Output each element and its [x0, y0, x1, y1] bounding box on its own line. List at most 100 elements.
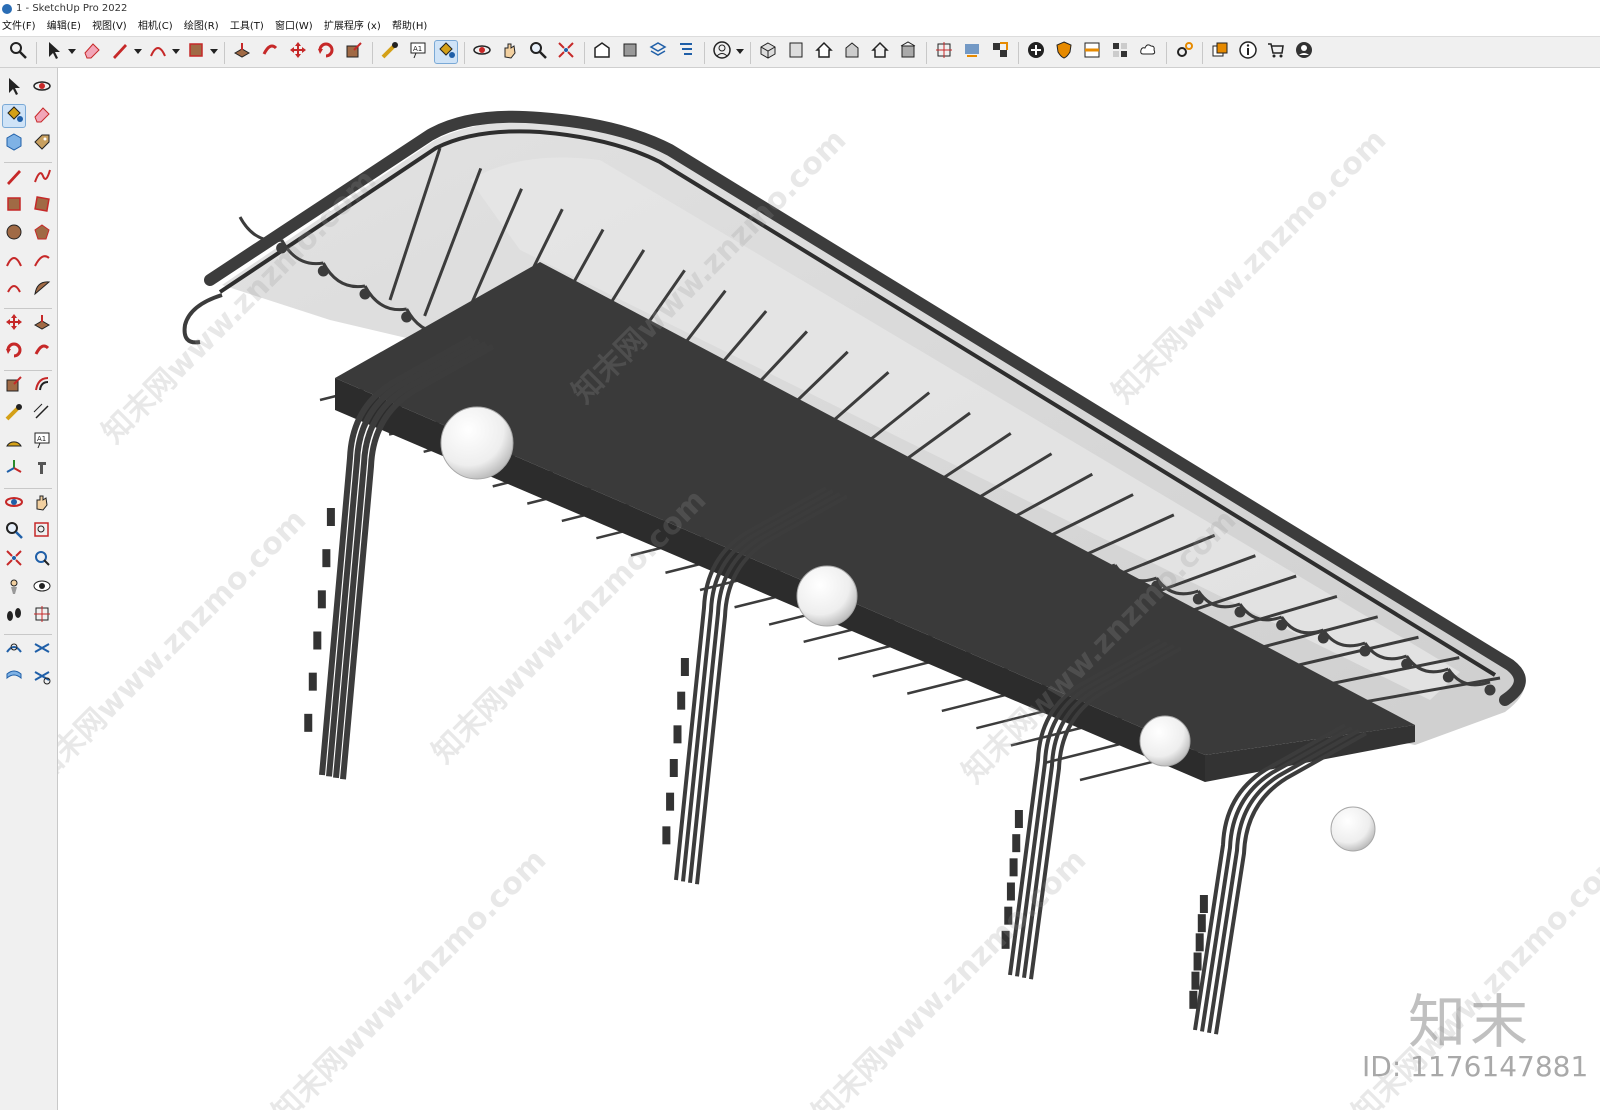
two-point-arc-tool[interactable]	[30, 250, 54, 274]
account-button[interactable]	[1292, 40, 1316, 64]
menu-extensions[interactable]: 扩展程序 (x)	[320, 18, 385, 36]
warehouse-button[interactable]	[590, 40, 614, 64]
add-button[interactable]	[1024, 40, 1048, 64]
section-plane-tool[interactable]	[30, 604, 54, 628]
3d-text-tool[interactable]	[30, 458, 54, 482]
eraser-tool[interactable]	[30, 104, 54, 128]
zoom-extents-button[interactable]	[554, 40, 578, 64]
tape-measure-button[interactable]	[378, 40, 402, 64]
tape-measure-tool[interactable]	[2, 402, 26, 426]
freehand-tool[interactable]	[30, 166, 54, 190]
dropdown-caret-icon[interactable]	[68, 49, 76, 54]
front-view-button[interactable]	[784, 40, 808, 64]
offset-tool[interactable]	[30, 374, 54, 398]
dropdown-caret-icon[interactable]	[210, 49, 218, 54]
zoom-button[interactable]	[526, 40, 550, 64]
previous-view-tool[interactable]	[30, 548, 54, 572]
cart-button[interactable]	[1264, 40, 1288, 64]
rectangle-tool[interactable]	[2, 194, 26, 218]
model-viewport[interactable]: 知末网www.znzmo.com 知末网www.znzmo.com 知末网www…	[58, 68, 1600, 1110]
home-view-button[interactable]	[812, 40, 836, 64]
arc-tool[interactable]	[2, 250, 26, 274]
cloud-button[interactable]	[1136, 40, 1160, 64]
zoom-window-tool[interactable]	[30, 520, 54, 544]
search-button[interactable]	[6, 40, 30, 64]
zoom-extents-tool[interactable]	[2, 548, 26, 572]
rectangle-button[interactable]	[184, 40, 208, 64]
styles-button[interactable]	[1080, 40, 1104, 64]
rotated-rectangle-tool[interactable]	[30, 194, 54, 218]
pan-tool-tool[interactable]	[30, 492, 54, 516]
line-tool[interactable]	[2, 166, 26, 190]
position-camera-tool[interactable]	[2, 576, 26, 600]
outliner-button[interactable]	[674, 40, 698, 64]
orbit-tool[interactable]	[30, 76, 54, 100]
menu-view[interactable]: 视图(V)	[88, 18, 131, 36]
menu-tools[interactable]: 工具(T)	[226, 18, 268, 36]
paint-bucket-button[interactable]	[434, 40, 458, 64]
polygon-tool[interactable]	[30, 222, 54, 246]
protractor-tool[interactable]	[2, 430, 26, 454]
menu-window[interactable]: 窗口(W)	[271, 18, 317, 36]
protractor-icon	[4, 430, 24, 454]
menu-camera[interactable]: 相机(C)	[134, 18, 177, 36]
iso-view-button[interactable]	[756, 40, 780, 64]
menu-draw[interactable]: 绘图(R)	[180, 18, 223, 36]
eraser-button[interactable]	[80, 40, 104, 64]
pencil-button[interactable]	[108, 40, 132, 64]
pie-tool[interactable]	[30, 278, 54, 302]
circle-tool[interactable]	[2, 222, 26, 246]
pan-button[interactable]	[498, 40, 522, 64]
menu-edit[interactable]: 编辑(E)	[43, 18, 85, 36]
right-view-button[interactable]	[896, 40, 920, 64]
select-tool[interactable]	[2, 76, 26, 100]
extension-button[interactable]	[618, 40, 642, 64]
rotate-button[interactable]	[314, 40, 338, 64]
follow-me-button[interactable]	[258, 40, 282, 64]
zoom-tool-tool[interactable]	[2, 520, 26, 544]
dropdown-caret-icon[interactable]	[736, 49, 744, 54]
three-point-arc-tool[interactable]	[2, 278, 26, 302]
sandbox-stamp-tool[interactable]	[30, 638, 54, 662]
orbit-tool-tool[interactable]	[2, 492, 26, 516]
walk-tool[interactable]	[2, 604, 26, 628]
sandbox-flip-tool[interactable]	[30, 666, 54, 690]
sandbox-drape-tool[interactable]	[2, 666, 26, 690]
back-view-button[interactable]	[840, 40, 864, 64]
push-pull-tool[interactable]	[30, 312, 54, 336]
text-tool[interactable]: A1	[30, 430, 54, 454]
follow-me-tool[interactable]	[30, 340, 54, 364]
move-button[interactable]	[286, 40, 310, 64]
user-button[interactable]	[710, 40, 734, 64]
text-button[interactable]: A1	[406, 40, 430, 64]
shield-button[interactable]	[1052, 40, 1076, 64]
push-pull-button[interactable]	[230, 40, 254, 64]
look-around-tool[interactable]	[30, 576, 54, 600]
dropdown-caret-icon[interactable]	[172, 49, 180, 54]
sandbox-smoove-tool[interactable]	[2, 638, 26, 662]
tag-tool[interactable]	[30, 132, 54, 156]
move-tool[interactable]	[2, 312, 26, 336]
info-button[interactable]	[1236, 40, 1260, 64]
dimension-tool[interactable]	[30, 402, 54, 426]
section-display-button[interactable]	[960, 40, 984, 64]
arc-button[interactable]	[146, 40, 170, 64]
section-plane-button[interactable]	[932, 40, 956, 64]
rotate-tool[interactable]	[2, 340, 26, 364]
layers-button[interactable]	[646, 40, 670, 64]
component-tool[interactable]	[2, 132, 26, 156]
scale-tool[interactable]	[2, 374, 26, 398]
section-cut-button[interactable]	[988, 40, 1012, 64]
axes-tool[interactable]	[2, 458, 26, 482]
select-button[interactable]	[42, 40, 66, 64]
scale-button[interactable]	[342, 40, 366, 64]
texture-button[interactable]	[1108, 40, 1132, 64]
menu-file[interactable]: 文件(F)	[0, 18, 40, 36]
top-view-button[interactable]	[868, 40, 892, 64]
dropdown-caret-icon[interactable]	[134, 49, 142, 54]
settings-button[interactable]	[1172, 40, 1196, 64]
paint-bucket-tool[interactable]	[2, 104, 26, 128]
menu-help[interactable]: 帮助(H)	[388, 18, 431, 36]
orbit-button[interactable]	[470, 40, 494, 64]
scenes-button[interactable]	[1208, 40, 1232, 64]
